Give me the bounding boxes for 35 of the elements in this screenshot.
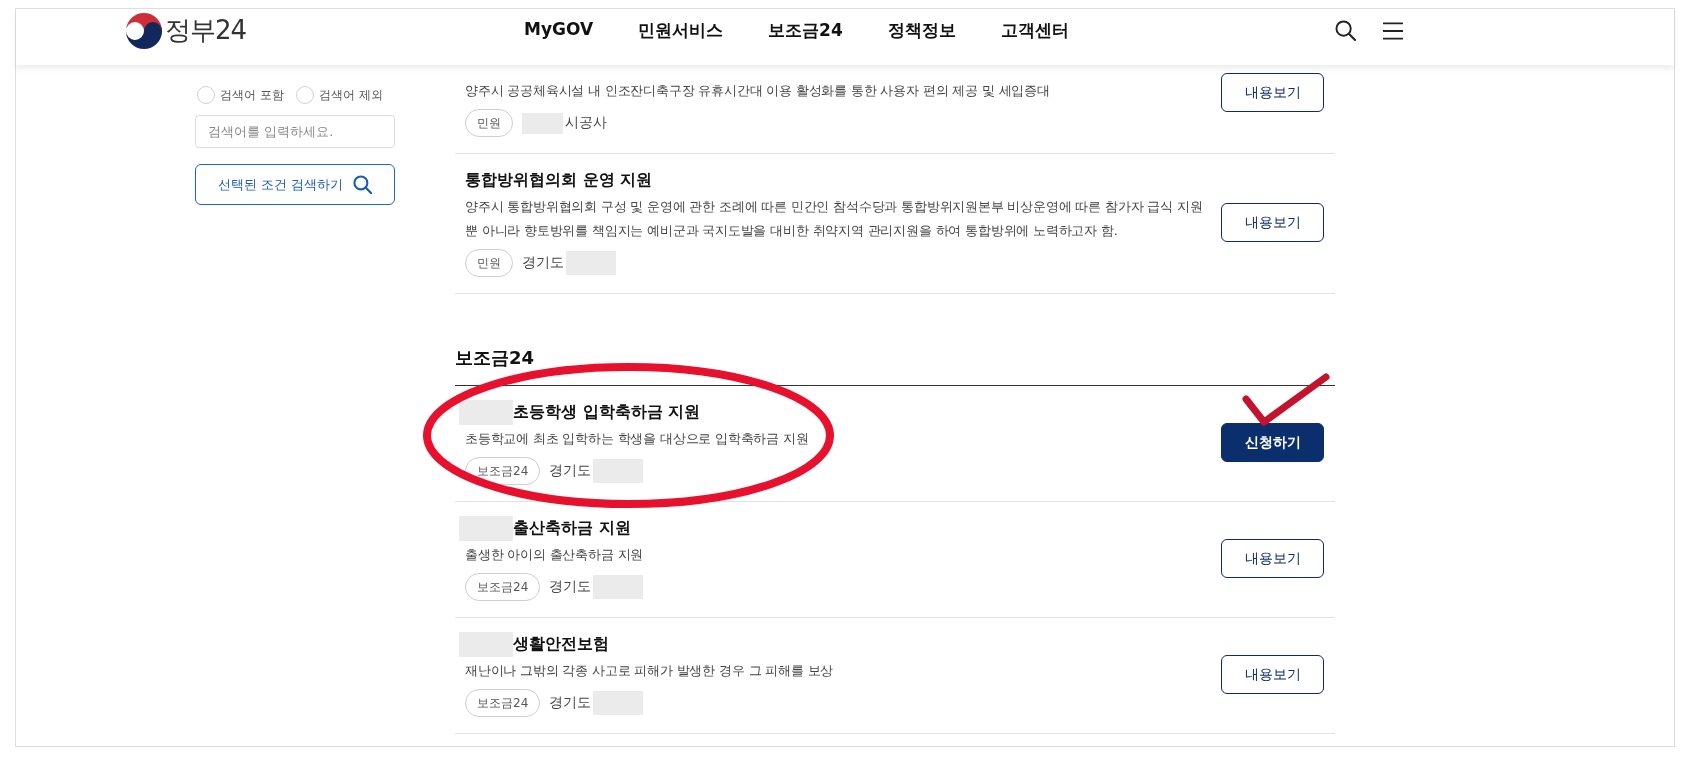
search-icon[interactable] — [1335, 20, 1356, 41]
search-option-radio[interactable]: 검색어 포함 — [197, 86, 284, 104]
result-description: 출생한 아이의 출산축하금 지원 — [465, 546, 645, 564]
search-option-radio[interactable]: 검색어 제외 — [295, 86, 383, 104]
result-title: 통합방위협의회 운영 지원 — [465, 169, 653, 191]
result-description: 양주시 통합방위협의회 구성 및 운영에 관한 조례에 따른 민간인 참석수당과 통합방위지원본부 비상운영에 따른 참가자 급식 지원 뿐 아니라 향토방위를 책임지는 예비군과 국지도발을 대비한 취약지역 관리지원을 하여 통합방위에 노력하고자 함. — [465, 198, 1204, 240]
result-description: 양주시 공공체육시설 내 인조잔디축구장 유휴시간대 이용 활성화를 통한 사용자 편의 제공 및 세입증대 — [465, 82, 1051, 100]
result-description: 초등학교에 최초 입학하는 학생을 대상으로 입학축하금 지원 — [465, 430, 810, 448]
agency-text: 시공사 — [565, 114, 607, 132]
agency-text: 경기도 — [549, 462, 592, 480]
apply-button[interactable]: 신청하기 — [1221, 423, 1324, 462]
nav-link[interactable]: 고객센터 — [1000, 19, 1069, 42]
search-icon — [353, 175, 373, 194]
result-title: 생활안전보험 — [513, 633, 609, 655]
nav-link[interactable]: MyGOV — [524, 19, 594, 42]
agency-text: 경기도 — [522, 254, 564, 272]
redaction-block — [459, 399, 513, 425]
nav-link[interactable]: 정책정보 — [887, 19, 956, 42]
view-details-button[interactable]: 내용보기 — [1221, 203, 1324, 242]
view-details-button[interactable]: 내용보기 — [1221, 73, 1324, 112]
nav-link[interactable]: 민원서비스 — [638, 19, 724, 42]
menu-icon[interactable] — [1383, 21, 1403, 40]
section-heading: 보조금24 — [455, 346, 536, 370]
result-title: 초등학생 입학축하금 지원 — [513, 401, 701, 423]
home-logo-link[interactable]: 정부24 — [126, 12, 253, 49]
emblem-icon — [126, 12, 162, 49]
result-title: 출산축하금 지원 — [513, 517, 631, 539]
view-details-button[interactable]: 내용보기 — [1221, 655, 1324, 694]
result-description: 재난이나 그밖의 각종 사고로 피해가 발생한 경우 그 피해를 보상 — [465, 662, 835, 680]
agency-text: 경기도 — [549, 694, 592, 712]
search-field[interactable]: 검색어를 입력하세요. — [195, 115, 395, 148]
search-conditions-button[interactable]: 선택된 조건 검색하기 — [195, 164, 395, 205]
view-details-button[interactable]: 내용보기 — [1221, 539, 1324, 578]
nav-link[interactable]: 보조금24 — [768, 19, 843, 42]
agency-text: 경기도 — [549, 578, 592, 596]
